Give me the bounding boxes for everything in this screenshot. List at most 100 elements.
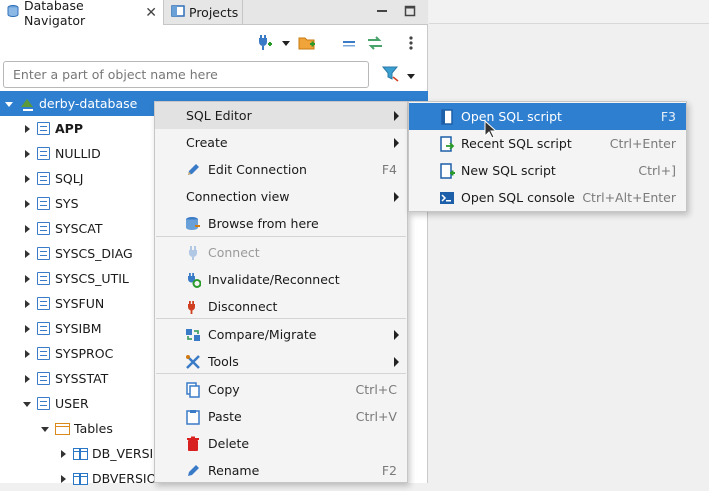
menu-item-connection-view[interactable]: Connection view [155,183,407,210]
reconnect-icon [185,272,201,288]
table-icon [73,447,88,460]
menu-item-paste[interactable]: Paste Ctrl+V [155,403,407,430]
copy-icon [185,382,201,398]
pencil-icon [185,162,201,178]
submenu-arrow-icon [394,138,399,148]
expand-arrow-icon[interactable] [22,324,32,334]
schema-icon [37,197,50,210]
object-name-search-input[interactable] [3,61,369,88]
close-tab-icon[interactable]: ✕ [145,5,157,21]
schema-icon [37,122,50,135]
view-menu-icon[interactable] [402,34,420,52]
submenu-item-open-sql-console[interactable]: Open SQL console Ctrl+Alt+Enter [409,184,686,211]
schema-label: SYSCS_UTIL [55,271,129,286]
sql-script-icon [439,109,455,125]
menu-item-label: Rename [208,463,260,478]
menu-item-shortcut: F4 [381,162,397,177]
menu-item-disconnect[interactable]: Disconnect [155,293,407,320]
menu-item-delete[interactable]: Delete [155,430,407,457]
menu-item-label: New SQL script [461,163,556,178]
submenu-item-open-sql-script[interactable]: Open SQL script F3 [409,103,686,130]
menu-item-label: Compare/Migrate [208,327,317,342]
submenu-arrow-icon [394,111,399,121]
paste-icon [185,409,201,425]
menu-item-label: Copy [208,382,240,397]
menu-item-create[interactable]: Create [155,129,407,156]
connection-icon [19,97,35,111]
menu-item-label: Connect [208,245,260,260]
delete-icon [185,436,201,452]
schema-label: SYSSTAT [55,371,109,386]
collapse-arrow-icon[interactable] [4,99,14,109]
expand-arrow-icon[interactable] [22,224,32,234]
menu-item-label: Create [186,135,228,150]
expand-arrow-icon[interactable] [22,199,32,209]
tab-database-navigator[interactable]: Database Navigator ✕ [0,0,164,28]
schema-label: SYSIBM [55,321,102,336]
filter-row [0,60,428,90]
expand-arrow-icon[interactable] [22,174,32,184]
dropdown-arrow-icon[interactable] [277,34,295,52]
plug-icon [185,245,201,261]
compare-icon [185,327,201,343]
projects-icon [171,4,185,21]
menu-item-browse-from-here[interactable]: Browse from here [155,210,407,237]
view-tab-bar: Database Navigator ✕ Projects [0,0,428,28]
submenu-item-recent-sql-script[interactable]: Recent SQL script Ctrl+Enter [409,130,686,157]
menu-item-shortcut: Ctrl+Alt+Enter [582,190,676,205]
menu-item-label: Delete [208,436,250,451]
submenu-arrow-icon [394,330,399,340]
collapse-arrow-icon[interactable] [40,424,50,434]
menu-item-tools[interactable]: Tools [155,348,407,375]
context-menu: SQL Editor Create Edit Connection F4 Connect… [154,101,408,483]
tab-label: Projects [189,5,239,20]
menu-item-label: Connection view [186,189,290,204]
menu-item-compare-migrate[interactable]: Compare/Migrate [155,321,407,348]
menu-item-label: Tools [208,354,239,369]
menu-item-sql-editor[interactable]: SQL Editor [155,102,407,129]
filter-dropdown-icon[interactable] [406,70,416,85]
expand-arrow-icon[interactable] [22,349,32,359]
new-folder-icon[interactable] [298,34,316,52]
expand-arrow-icon[interactable] [22,299,32,309]
menu-item-shortcut: Ctrl+Enter [609,136,676,151]
folder-label: Tables [74,421,113,436]
expand-arrow-icon[interactable] [22,124,32,134]
schema-label: SYSPROC [55,346,114,361]
schema-icon [37,397,50,410]
expand-arrow-icon[interactable] [22,374,32,384]
tables-folder-icon [55,422,70,435]
menu-separator [156,373,406,374]
schema-icon [37,297,50,310]
menu-item-shortcut: Ctrl+V [355,409,397,424]
schema-icon [37,147,50,160]
collapse-all-icon[interactable] [340,34,358,52]
expand-arrow-icon[interactable] [22,249,32,259]
menu-item-rename[interactable]: Rename F2 [155,457,407,484]
schema-icon [37,222,50,235]
expand-arrow-icon[interactable] [58,474,68,484]
menu-item-invalidate-reconnect[interactable]: Invalidate/Reconnect [155,266,407,293]
maximize-icon[interactable] [402,3,418,19]
recent-script-icon [439,136,455,152]
link-with-editor-icon[interactable] [366,34,384,52]
navigator-toolbar [0,26,428,60]
schema-icon [37,172,50,185]
submenu-item-new-sql-script[interactable]: New SQL script Ctrl+] [409,157,686,184]
new-connection-icon[interactable] [255,34,273,52]
schema-icon [37,247,50,260]
expand-arrow-icon[interactable] [22,149,32,159]
menu-item-edit-connection[interactable]: Edit Connection F4 [155,156,407,183]
tab-label: Database Navigator [24,0,86,28]
database-navigator-icon [6,4,20,21]
filter-icon[interactable] [381,65,400,86]
expand-arrow-icon[interactable] [22,274,32,284]
tab-projects[interactable]: Projects [165,0,243,25]
submenu-arrow-icon [394,192,399,202]
menu-item-copy[interactable]: Copy Ctrl+C [155,376,407,403]
collapse-arrow-icon[interactable] [22,399,32,409]
schema-label: SYS [55,196,79,211]
expand-arrow-icon[interactable] [58,449,68,459]
menu-item-label: Paste [208,409,242,424]
minimize-icon[interactable] [374,3,390,19]
